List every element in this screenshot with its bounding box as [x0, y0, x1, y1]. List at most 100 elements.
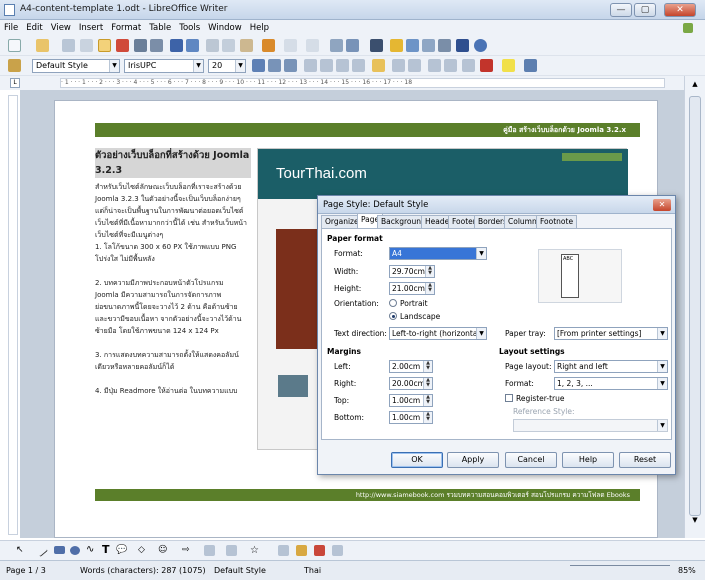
chevron-down-icon[interactable]: ▼ — [235, 60, 245, 72]
text-direction-icon[interactable] — [372, 59, 385, 72]
rectangle-tool-icon[interactable] — [54, 546, 65, 554]
chevron-down-icon[interactable]: ▼ — [109, 60, 119, 72]
spin-arrows-icon[interactable]: ▲ ▼ — [425, 283, 434, 294]
align-left-icon[interactable] — [304, 59, 317, 72]
paragraph-style-combo[interactable]: Default Style ▼ — [32, 59, 120, 73]
flowchart-icon[interactable] — [204, 545, 215, 556]
ellipse-tool-icon[interactable] — [70, 546, 80, 555]
chevron-down-icon[interactable]: ▼ — [476, 328, 486, 339]
spin-arrows-icon[interactable]: ▲ ▼ — [423, 378, 432, 389]
minimize-button[interactable]: — — [610, 3, 632, 17]
menu-view[interactable]: View — [47, 20, 75, 36]
hyperlink-icon[interactable] — [330, 39, 343, 52]
register-true-label[interactable]: Register-true — [516, 394, 565, 403]
scroll-up-icon[interactable]: ▲ — [689, 80, 701, 92]
ok-button[interactable]: OK — [391, 452, 443, 468]
font-color-icon[interactable] — [480, 59, 493, 72]
text-direction-select[interactable]: Left-to-right (horizontal) ▼ — [389, 327, 487, 340]
extrusion-icon[interactable] — [332, 545, 343, 556]
scrollbar-thumb[interactable] — [689, 96, 701, 516]
bold-icon[interactable] — [252, 59, 265, 72]
print-preview-icon[interactable] — [150, 39, 163, 52]
cancel-button[interactable]: Cancel — [505, 452, 557, 468]
chevron-down-icon[interactable]: ▼ — [657, 361, 667, 372]
menu-tools[interactable]: Tools — [175, 20, 204, 36]
autospellcheck-icon[interactable] — [186, 39, 199, 52]
undo-icon[interactable] — [284, 39, 297, 52]
ruler-track[interactable]: · 1 · · · 1 · · · 2 · · · 3 · · · 4 · · … — [60, 78, 665, 88]
table-icon[interactable] — [346, 39, 359, 52]
text-tool-icon[interactable]: T — [102, 544, 112, 556]
email-icon[interactable] — [80, 39, 93, 52]
justify-icon[interactable] — [352, 59, 365, 72]
decrease-indent-icon[interactable] — [428, 59, 441, 72]
landscape-radio[interactable] — [389, 312, 397, 320]
from-file-icon[interactable] — [314, 545, 325, 556]
page-count[interactable]: Page 1 / 3 — [6, 566, 46, 575]
word-count[interactable]: Words (characters): 287 (1075) — [80, 566, 206, 575]
margin-bottom-field[interactable]: 1.00cm ▲ ▼ — [389, 411, 433, 424]
menu-window[interactable]: Window — [204, 20, 246, 36]
navigator-icon[interactable] — [406, 39, 419, 52]
chevron-down-icon[interactable]: ▼ — [193, 60, 203, 72]
fontwork-icon[interactable] — [296, 545, 307, 556]
clone-formatting-icon[interactable] — [262, 39, 275, 52]
menu-help[interactable]: Help — [246, 20, 273, 36]
numbering-icon[interactable] — [392, 59, 405, 72]
export-pdf-icon[interactable] — [116, 39, 129, 52]
bullets-icon[interactable] — [408, 59, 421, 72]
chevron-down-icon[interactable]: ▼ — [657, 328, 667, 339]
margin-left-field[interactable]: 2.00cm ▲ ▼ — [389, 360, 433, 373]
line-spacing-icon[interactable] — [462, 59, 475, 72]
stars-icon[interactable]: ☆ — [250, 545, 261, 556]
align-center-icon[interactable] — [320, 59, 333, 72]
maximize-button[interactable]: ▢ — [634, 3, 656, 17]
paste-icon[interactable] — [240, 39, 253, 52]
italic-icon[interactable] — [268, 59, 281, 72]
zoom-slider[interactable] — [570, 565, 670, 575]
help-button[interactable]: Help — [562, 452, 614, 468]
vertical-scrollbar[interactable]: ▲ ▼ — [684, 76, 705, 538]
new-document-icon[interactable] — [8, 39, 21, 52]
print-icon[interactable] — [134, 39, 147, 52]
margin-top-field[interactable]: 1.00cm ▲ ▼ — [389, 394, 433, 407]
portrait-label[interactable]: Portrait — [400, 299, 428, 308]
open-folder-icon[interactable] — [36, 39, 49, 52]
width-field[interactable]: 29.70cm ▲ ▼ — [389, 265, 435, 278]
page-style[interactable]: Default Style — [214, 566, 266, 575]
save-icon[interactable] — [62, 39, 75, 52]
menu-table[interactable]: Table — [145, 20, 175, 36]
styles-formatting-icon[interactable] — [8, 59, 21, 72]
paper-format-select[interactable]: A4 ▼ — [389, 247, 487, 260]
data-sources-icon[interactable] — [438, 39, 451, 52]
spin-arrows-icon[interactable]: ▲ ▼ — [423, 412, 432, 423]
language[interactable]: Thai — [304, 566, 321, 575]
line-tool-icon[interactable] — [33, 542, 49, 558]
background-color-icon[interactable] — [524, 59, 537, 72]
freeform-tool-icon[interactable]: ∿ — [86, 545, 96, 555]
register-true-checkbox[interactable] — [505, 394, 513, 402]
spin-arrows-icon[interactable]: ▲ ▼ — [423, 361, 432, 372]
close-button[interactable]: ✕ — [664, 3, 696, 17]
align-right-icon[interactable] — [336, 59, 349, 72]
help-icon[interactable] — [474, 39, 487, 52]
formatting-marks-icon[interactable] — [456, 39, 469, 52]
chevron-down-icon[interactable]: ▼ — [657, 378, 667, 389]
redo-icon[interactable] — [306, 39, 319, 52]
select-arrow-icon[interactable]: ↖ — [16, 545, 26, 555]
spin-arrows-icon[interactable]: ▲ ▼ — [425, 266, 434, 277]
zoom-level[interactable]: 85% — [678, 566, 696, 575]
points-icon[interactable] — [278, 545, 289, 556]
font-name-combo[interactable]: IrisUPC ▼ — [124, 59, 204, 73]
menu-insert[interactable]: Insert — [75, 20, 107, 36]
increase-indent-icon[interactable] — [444, 59, 457, 72]
underline-icon[interactable] — [284, 59, 297, 72]
gallery-icon[interactable] — [422, 39, 435, 52]
landscape-label[interactable]: Landscape — [400, 312, 440, 321]
basic-shapes-icon[interactable]: ◇ — [138, 545, 149, 556]
dialog-close-button[interactable]: ✕ — [653, 199, 671, 211]
tab-footnote[interactable]: Footnote — [536, 215, 578, 228]
paper-tray-select[interactable]: [From printer settings] ▼ — [554, 327, 668, 340]
apply-button[interactable]: Apply — [447, 452, 499, 468]
find-replace-icon[interactable] — [390, 39, 403, 52]
